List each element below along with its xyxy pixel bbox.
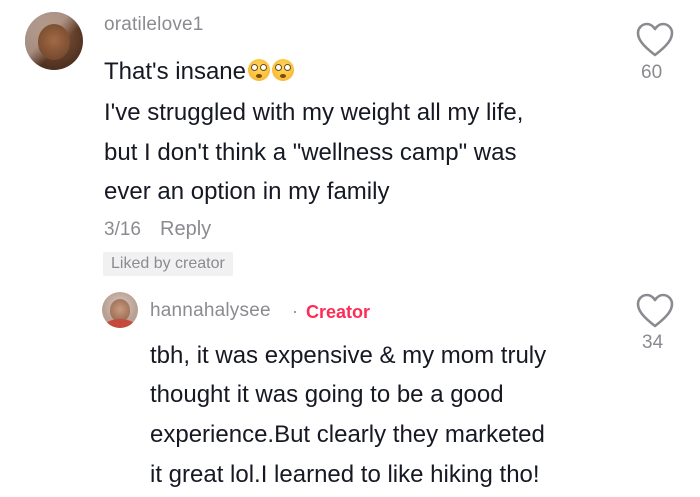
reply-button[interactable]: Reply (160, 218, 211, 241)
comment-text-line-3: but I don't think a "wellness camp" was (104, 139, 517, 166)
comment-date: 3/16 (104, 219, 141, 240)
comment-username[interactable]: oratilelove1 (104, 14, 204, 36)
like-count: 60 (641, 62, 663, 83)
like-heart-icon[interactable] (636, 22, 674, 58)
creator-label: Creator (306, 302, 371, 322)
liked-by-creator-badge: Liked by creator (103, 252, 233, 276)
reply-text-line-3: experience.But clearly they marketed (150, 421, 545, 448)
flushed-face-icon (248, 59, 270, 81)
flushed-face-icon (272, 59, 294, 81)
comment-text-line-2: I've struggled with my weight all my lif… (104, 99, 524, 126)
like-heart-icon[interactable] (636, 293, 674, 329)
avatar-oratilelove1[interactable] (25, 12, 83, 70)
avatar-hannahalysee[interactable] (102, 292, 138, 328)
reply-text-line-1: tbh, it was expensive & my mom truly (150, 342, 547, 369)
reply-text-line-4: it great lol.I learned to like hiking th… (150, 461, 540, 488)
reply-text-line-2: thought it was going to be a good (150, 381, 504, 408)
comment-text-line-4: ever an option in my family (104, 178, 390, 205)
comment-text-line-1: That's insane (104, 52, 294, 92)
reply-username[interactable]: hannahalysee (150, 300, 271, 322)
separator-dot: · (292, 301, 298, 321)
comment-text: That's insane (104, 58, 246, 85)
like-count: 34 (642, 332, 664, 353)
